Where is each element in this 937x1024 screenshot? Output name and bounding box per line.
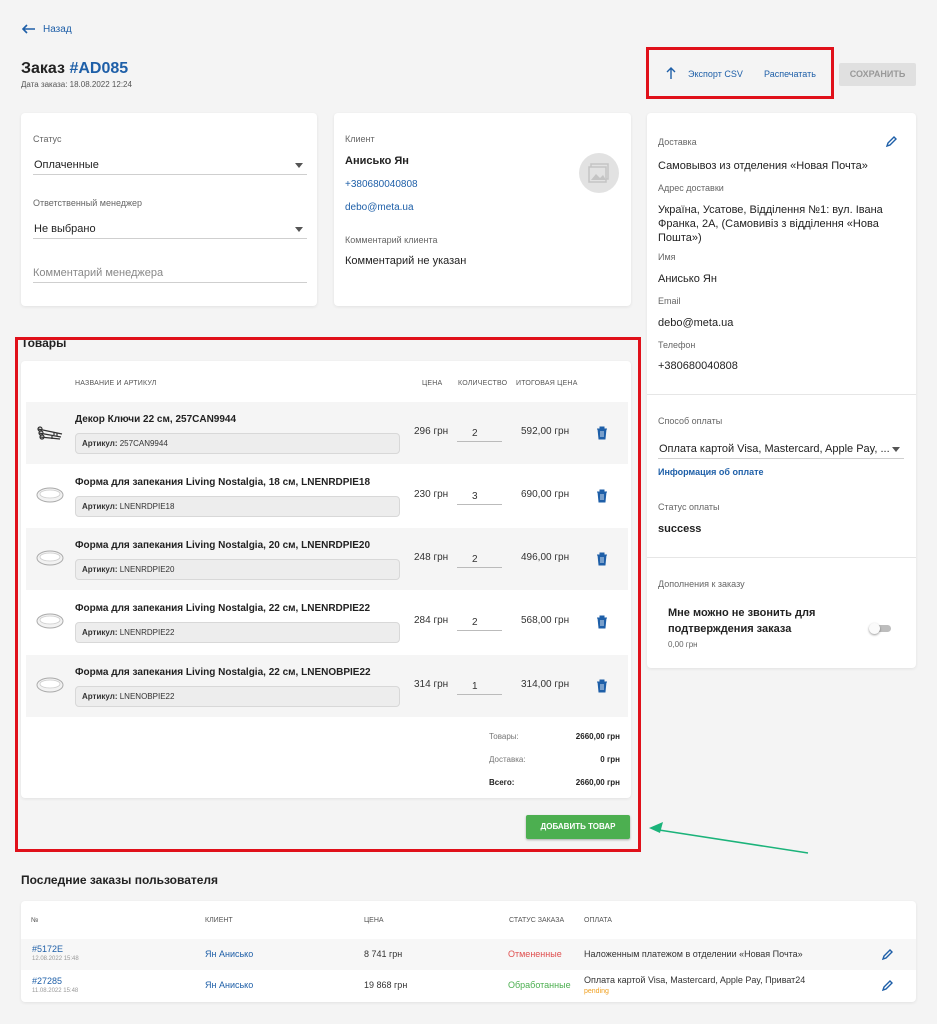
delivery-method: Самовывоз из отделения «Новая Почта»	[658, 160, 868, 172]
order-payment: Оплата картой Visa, Mastercard, Apple Pa…	[584, 975, 806, 985]
email-label: Email	[658, 296, 681, 306]
delivery-name: Анисько Ян	[658, 273, 717, 285]
delivery-label: Доставка	[658, 137, 697, 147]
order-client[interactable]: Ян Анисько	[205, 949, 253, 959]
client-name: Анисько Ян	[345, 155, 409, 167]
payment-method-select[interactable]: Оплата картой Visa, Mastercard, Apple Pa…	[658, 439, 904, 459]
delivery-address: Україна, Усатове, Відділення №1: вул. Ів…	[658, 204, 883, 244]
recent-orders-title: Последние заказы пользователя	[21, 873, 219, 887]
name-label: Имя	[658, 252, 676, 262]
products-highlight	[15, 337, 641, 852]
orders-col-price: ЦЕНА	[364, 917, 384, 924]
payment-status-label: Статус оплаты	[658, 502, 720, 512]
payment-info-link[interactable]: Информация об оплате	[658, 467, 764, 477]
order-date: 11.08.2022 15:48	[32, 988, 79, 994]
save-button[interactable]: СОХРАНИТЬ	[839, 63, 916, 86]
payment-method-value: Оплата картой Visa, Mastercard, Apple Pa…	[659, 443, 890, 455]
address-label: Адрес доставки	[658, 183, 724, 193]
orders-col-client: КЛИЕНТ	[205, 917, 233, 924]
arrow-left-icon	[22, 24, 35, 34]
status-label: Статус	[33, 134, 62, 144]
title-prefix: Заказ	[21, 60, 65, 77]
orders-col-payment: ОПЛАТА	[584, 917, 612, 924]
order-date: Дата заказа: 18.08.2022 12:24	[21, 80, 132, 89]
client-phone[interactable]: +380680040808	[345, 179, 418, 190]
back-link[interactable]: Назад	[22, 22, 72, 36]
upload-arrow-icon	[666, 67, 676, 79]
payment-status-value: success	[658, 523, 702, 535]
addon-title: Мне можно не звонить для подтверждения з…	[668, 607, 816, 635]
payment-method-label: Способ оплаты	[658, 416, 723, 426]
export-csv-label: Экспорт CSV	[688, 68, 743, 79]
edit-pencil-icon[interactable]	[881, 948, 894, 961]
delivery-phone: +380680040808	[658, 360, 738, 372]
back-label: Назад	[43, 23, 72, 35]
client-card: Клиент Анисько Ян +380680040808 debo@met…	[334, 113, 631, 306]
divider	[647, 557, 916, 558]
manager-comment-input[interactable]: Комментарий менеджера	[33, 263, 307, 283]
order-payment: Наложенным платежом в отделении «Новая П…	[584, 949, 803, 959]
order-status: Обработанные	[508, 980, 571, 990]
client-comment-label: Комментарий клиента	[345, 235, 438, 245]
divider	[647, 394, 916, 395]
client-comment-value: Комментарий не указан	[345, 255, 467, 267]
status-value: Оплаченные	[34, 159, 99, 171]
order-status: Отмененные	[508, 949, 562, 959]
status-select[interactable]: Оплаченные	[33, 155, 307, 175]
edit-pencil-icon[interactable]	[881, 979, 894, 992]
order-price: 19 868 грн	[364, 980, 408, 990]
orders-col-status: СТАТУС ЗАКАЗА	[509, 917, 565, 924]
phone-label: Телефон	[658, 340, 696, 350]
chevron-down-icon	[295, 227, 303, 232]
orders-col-num: №	[31, 917, 39, 924]
order-date: 12.08.2022 15:48	[32, 956, 79, 962]
manager-value: Не выбрано	[34, 223, 96, 235]
client-email[interactable]: debo@meta.ua	[345, 202, 414, 213]
export-csv-button[interactable]: Экспорт CSV	[666, 67, 743, 80]
order-id-link[interactable]: #5172E	[32, 944, 63, 954]
table-row[interactable]: #5172E 12.08.2022 15:48 Ян Анисько 8 741…	[21, 939, 916, 970]
order-id: #AD085	[69, 60, 129, 77]
chevron-down-icon	[295, 163, 303, 168]
delivery-email: debo@meta.ua	[658, 317, 734, 329]
annotation-arrow-icon	[649, 822, 809, 854]
delivery-card: Доставка Самовывоз из отделения «Новая П…	[647, 113, 916, 668]
client-label: Клиент	[345, 134, 375, 144]
order-id-link[interactable]: #27285	[32, 976, 62, 986]
avatar	[579, 153, 619, 193]
manager-select[interactable]: Не выбрано	[33, 219, 307, 239]
order-price: 8 741 грн	[364, 949, 403, 959]
order-client[interactable]: Ян Анисько	[205, 980, 253, 990]
table-row[interactable]: #27285 11.08.2022 15:48 Ян Анисько 19 86…	[21, 971, 916, 1002]
manager-label: Ответственный менеджер	[33, 198, 143, 208]
addons-label: Дополнения к заказу	[658, 579, 745, 589]
image-placeholder-icon	[588, 163, 609, 183]
chevron-down-icon	[892, 447, 900, 452]
addon-toggle[interactable]	[869, 623, 891, 634]
addon-price: 0,00 грн	[668, 640, 698, 649]
status-card: Статус Оплаченные Ответственный менеджер…	[21, 113, 317, 306]
page-title: Заказ #AD085	[21, 60, 128, 78]
print-button[interactable]: Распечатать	[764, 69, 816, 79]
edit-pencil-icon[interactable]	[885, 135, 898, 148]
order-payment-status: pending	[584, 988, 609, 995]
manager-comment-placeholder: Комментарий менеджера	[33, 267, 164, 279]
